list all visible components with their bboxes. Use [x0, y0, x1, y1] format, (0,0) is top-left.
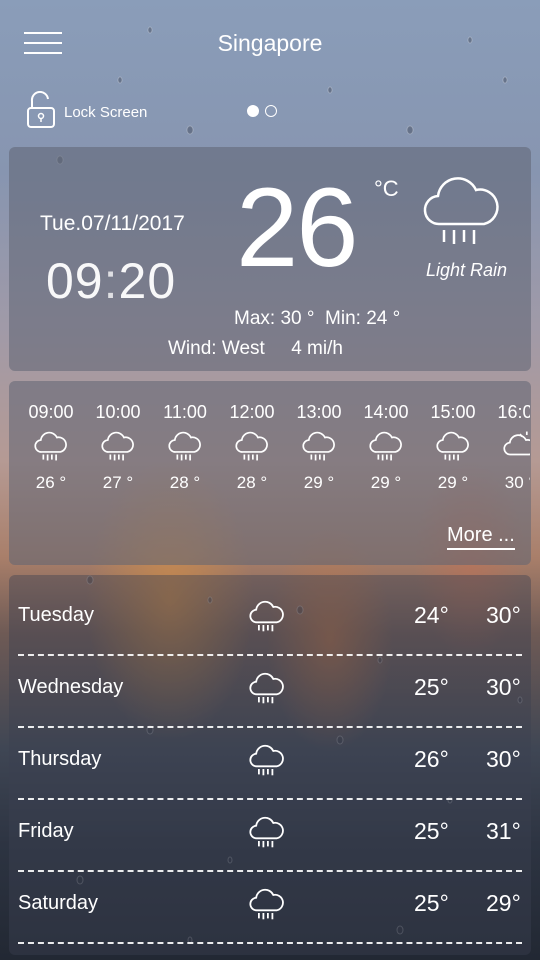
daily-row: Tuesday 24° 30° — [9, 584, 531, 656]
day-low-temp: 24° — [414, 602, 449, 628]
hour-item: 15:00 29 ° — [420, 402, 486, 493]
page-indicator — [247, 105, 277, 117]
hour-time: 13:00 — [296, 402, 342, 422]
hourly-forecast-strip[interactable]: 09:00 26 ° 10:00 27 ° 11:00 28 ° 12:00 2… — [18, 402, 530, 512]
max-label: Max: — [234, 308, 276, 329]
time-colon: : — [103, 253, 119, 309]
min-value: 24 ° — [366, 308, 401, 329]
min-max-temps: Max: 30 ° Min: 24 ° — [234, 308, 400, 330]
hour-temp: 27 ° — [102, 473, 134, 492]
lock-screen-label: Lock Screen — [64, 103, 148, 121]
daily-row: Thursday 26° 30° — [9, 728, 531, 800]
wind-direction: West — [221, 338, 265, 359]
hour-item: 13:00 29 ° — [286, 402, 352, 493]
page-dot-2[interactable] — [265, 105, 277, 117]
daily-row: Wednesday 25° 30° — [9, 656, 531, 728]
hour-temp: 26 ° — [35, 473, 67, 492]
city-title: Singapore — [217, 30, 323, 56]
hour-time: 12:00 — [229, 402, 275, 422]
temperature-unit: °C — [374, 176, 399, 201]
sun-cloud-icon — [487, 429, 530, 469]
hour-temp: 30 ° — [504, 473, 530, 492]
row-divider — [18, 942, 522, 944]
hour-time: 16:00 — [497, 402, 530, 422]
time-minute: 20 — [118, 253, 177, 309]
day-low-temp: 25° — [414, 890, 449, 916]
day-name: Friday — [18, 820, 74, 842]
rain-cloud-icon — [152, 429, 218, 469]
rain-cloud-icon — [420, 429, 486, 469]
rain-cloud-icon — [18, 429, 84, 469]
day-high-temp: 30° — [486, 746, 521, 772]
wind-info: Wind: West 4 mi/h — [168, 338, 343, 360]
page-dot-1[interactable] — [247, 105, 259, 117]
hour-item: 16:00 30 ° — [487, 402, 530, 493]
rain-cloud-icon — [353, 429, 419, 469]
hour-time: 14:00 — [363, 402, 409, 422]
day-name: Saturday — [18, 892, 99, 914]
min-label: Min: — [325, 308, 361, 329]
hour-item: 14:00 29 ° — [353, 402, 419, 493]
wind-label: Wind: — [168, 338, 217, 359]
hour-item: 09:00 26 ° — [18, 402, 84, 493]
day-high-temp: 31° — [486, 818, 521, 844]
day-high-temp: 30° — [486, 674, 521, 700]
hour-time: 11:00 — [163, 402, 207, 422]
hour-temp: 29 ° — [303, 473, 335, 492]
hour-temp: 28 ° — [169, 473, 201, 492]
day-name: Thursday — [18, 748, 102, 770]
day-low-temp: 25° — [414, 818, 449, 844]
daily-row: Friday 25° 31° — [9, 800, 531, 872]
hour-time: 15:00 — [430, 402, 476, 422]
hour-temp: 28 ° — [236, 473, 268, 492]
rain-cloud-icon — [249, 814, 285, 855]
day-name: Tuesday — [18, 604, 94, 626]
hour-time: 10:00 — [95, 402, 141, 422]
daily-row: Saturday 25° 29° — [9, 872, 531, 944]
day-high-temp: 30° — [486, 602, 521, 628]
day-low-temp: 25° — [414, 674, 449, 700]
more-button[interactable]: More ... — [447, 524, 515, 550]
rain-cloud-icon — [249, 886, 285, 927]
lock-screen-toggle[interactable]: Lock Screen — [26, 90, 166, 134]
rain-cloud-icon — [249, 742, 285, 783]
day-name: Wednesday — [18, 676, 124, 698]
hour-item: 12:00 28 ° — [219, 402, 285, 493]
hour-time: 09:00 — [28, 402, 74, 422]
day-high-temp: 29° — [486, 890, 521, 916]
hour-item: 11:00 28 ° — [152, 402, 218, 493]
weather-condition: Light Rain — [426, 260, 508, 280]
rain-cloud-icon — [249, 598, 285, 639]
wind-speed: 4 mi/h — [291, 338, 343, 359]
current-temperature: 26 — [236, 165, 359, 290]
current-date: Tue.07/11/2017 — [40, 212, 185, 235]
current-time: 09:20 — [46, 252, 176, 310]
rain-cloud-icon — [219, 429, 285, 469]
hour-item: 10:00 27 ° — [85, 402, 151, 493]
day-low-temp: 26° — [414, 746, 449, 772]
rain-cloud-icon — [286, 429, 352, 469]
rain-cloud-icon — [85, 429, 151, 469]
hour-temp: 29 ° — [437, 473, 469, 492]
hour-temp: 29 ° — [370, 473, 402, 492]
rain-cloud-icon — [249, 670, 285, 711]
max-value: 30 ° — [280, 308, 315, 329]
unlock-icon — [26, 90, 56, 134]
rain-cloud-icon — [422, 172, 502, 253]
time-hour: 09 — [46, 253, 104, 309]
